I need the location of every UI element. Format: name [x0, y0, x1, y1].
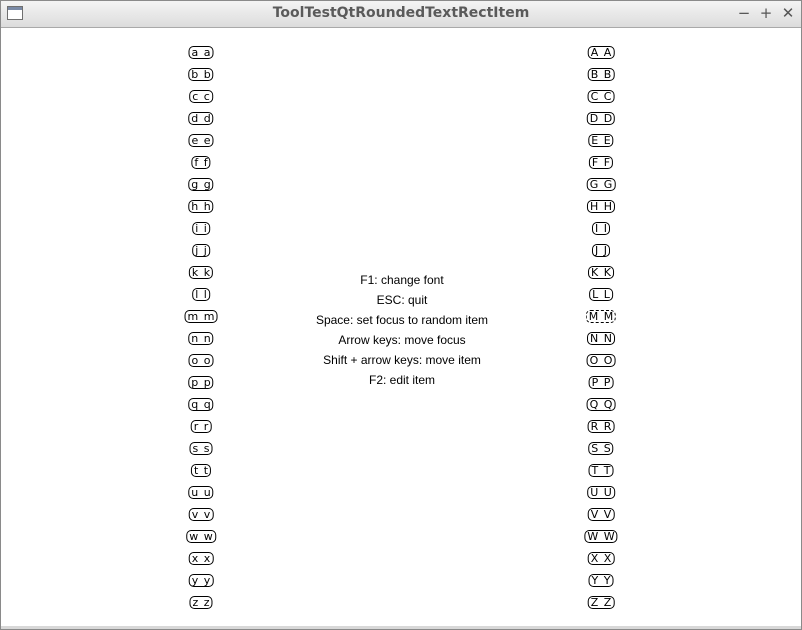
- left-text-item[interactable]: x x: [188, 552, 214, 565]
- right-text-item[interactable]: L L: [589, 288, 613, 301]
- right-text-item[interactable]: A A: [587, 46, 615, 59]
- right-text-item[interactable]: M M: [585, 310, 617, 323]
- instruction-line: Space: set focus to random item: [315, 313, 489, 327]
- left-text-item[interactable]: d d: [188, 112, 214, 125]
- right-text-item[interactable]: N N: [587, 332, 615, 345]
- left-text-item[interactable]: z z: [189, 596, 213, 609]
- right-text-item[interactable]: G G: [586, 178, 616, 191]
- window-title: ToolTestQtRoundedTextRectItem: [272, 5, 530, 21]
- right-text-item[interactable]: J J: [592, 244, 610, 257]
- instruction-line: Shift + arrow keys: move item: [323, 353, 481, 367]
- right-text-item[interactable]: Z Z: [587, 596, 615, 609]
- graphics-scene[interactable]: F1: change font ESC: quit Space: set focus…: [3, 29, 800, 626]
- app-window: ToolTestQtRoundedTextRectItem − + ✕ F1: …: [0, 0, 802, 630]
- right-text-item[interactable]: B B: [587, 68, 615, 81]
- right-text-item[interactable]: E E: [588, 134, 614, 147]
- left-text-item[interactable]: c c: [189, 90, 213, 103]
- left-text-item[interactable]: v v: [188, 508, 214, 521]
- right-text-item[interactable]: V V: [587, 508, 615, 521]
- left-text-item[interactable]: f f: [191, 156, 211, 169]
- left-text-item[interactable]: n n: [188, 332, 214, 345]
- left-text-item[interactable]: l l: [192, 288, 210, 301]
- left-text-item[interactable]: w w: [186, 530, 216, 543]
- left-text-item[interactable]: b b: [188, 68, 214, 81]
- right-text-item[interactable]: C C: [587, 90, 615, 103]
- left-text-item[interactable]: j j: [192, 244, 210, 257]
- right-text-item[interactable]: Y Y: [588, 574, 614, 587]
- right-text-item[interactable]: Q Q: [586, 398, 616, 411]
- right-text-item[interactable]: P P: [588, 376, 614, 389]
- minimize-button[interactable]: −: [735, 4, 753, 22]
- maximize-button[interactable]: +: [757, 4, 775, 22]
- window-bottom-border: [1, 626, 801, 629]
- left-text-item[interactable]: r r: [190, 420, 212, 433]
- left-text-item[interactable]: q q: [188, 398, 214, 411]
- close-button[interactable]: ✕: [779, 4, 797, 22]
- right-text-item[interactable]: I I: [592, 222, 610, 235]
- right-text-item[interactable]: W W: [584, 530, 618, 543]
- left-text-item[interactable]: h h: [188, 200, 214, 213]
- right-text-item[interactable]: U U: [587, 486, 615, 499]
- left-text-item[interactable]: s s: [189, 442, 213, 455]
- left-text-item[interactable]: k k: [188, 266, 214, 279]
- instruction-line: F2: edit item: [368, 373, 436, 387]
- left-text-item[interactable]: i i: [192, 222, 210, 235]
- left-text-item[interactable]: y y: [188, 574, 214, 587]
- right-text-item[interactable]: D D: [586, 112, 616, 125]
- instruction-line: F1: change font: [360, 273, 444, 287]
- right-text-item[interactable]: K K: [588, 266, 614, 279]
- left-text-item[interactable]: m m: [184, 310, 218, 323]
- right-text-item[interactable]: S S: [588, 442, 614, 455]
- left-text-item[interactable]: e e: [188, 134, 214, 147]
- right-text-item[interactable]: F F: [588, 156, 614, 169]
- right-text-item[interactable]: X X: [587, 552, 615, 565]
- right-text-item[interactable]: H H: [586, 200, 616, 213]
- left-text-item[interactable]: o o: [188, 354, 214, 367]
- left-text-item[interactable]: p p: [188, 376, 214, 389]
- left-text-item[interactable]: g g: [188, 178, 214, 191]
- instructions-panel: F1: change font ESC: quit Space: set focus…: [252, 271, 552, 391]
- left-text-item[interactable]: a a: [188, 46, 214, 59]
- instruction-line: ESC: quit: [376, 293, 428, 307]
- right-text-item[interactable]: R R: [587, 420, 615, 433]
- right-text-item[interactable]: T T: [588, 464, 614, 477]
- right-text-item[interactable]: O O: [586, 354, 616, 367]
- title-bar[interactable]: ToolTestQtRoundedTextRectItem − + ✕: [1, 1, 801, 28]
- instruction-line: Arrow keys: move focus: [338, 333, 466, 347]
- left-text-item[interactable]: u u: [188, 486, 214, 499]
- left-text-item[interactable]: t t: [190, 464, 212, 477]
